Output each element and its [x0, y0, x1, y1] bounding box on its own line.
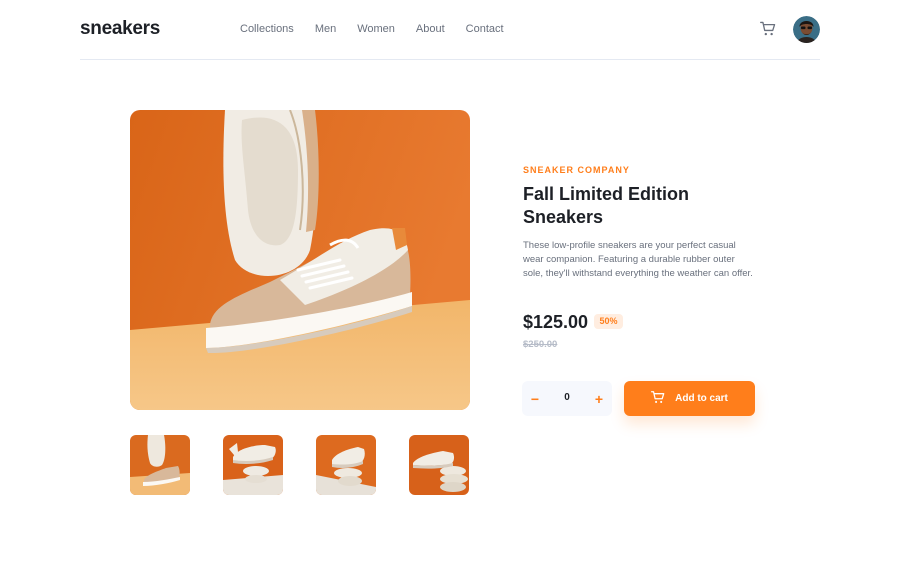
- nav-collections[interactable]: Collections: [240, 23, 294, 35]
- quantity-value: 0: [564, 392, 570, 403]
- decrease-quantity-button[interactable]: −: [522, 381, 542, 416]
- logo[interactable]: sneakers: [80, 18, 160, 40]
- header: sneakers Collections Men Women About Con…: [80, 0, 820, 60]
- thumbnail-3[interactable]: [316, 435, 376, 495]
- nav-women[interactable]: Women: [357, 23, 395, 35]
- original-price: $250.00: [523, 339, 558, 350]
- product-main-image[interactable]: [130, 110, 470, 410]
- main-nav: Collections Men Women About Contact: [240, 23, 525, 35]
- add-to-cart-label: Add to cart: [675, 393, 728, 404]
- thumbnail-strip: [130, 435, 470, 495]
- thumbnail-2[interactable]: [223, 435, 283, 495]
- company-label: SNEAKER COMPANY: [523, 165, 630, 175]
- nav-contact[interactable]: Contact: [466, 23, 504, 35]
- thumbnail-4[interactable]: [409, 435, 469, 495]
- increase-quantity-button[interactable]: +: [592, 381, 612, 416]
- product-title: Fall Limited Edition Sneakers: [523, 184, 689, 227]
- cart-icon[interactable]: [760, 21, 776, 37]
- cart-icon: [651, 390, 675, 407]
- quantity-stepper: − 0 +: [522, 381, 612, 416]
- user-avatar[interactable]: [793, 16, 820, 43]
- product-description: These low-profile sneakers are your perf…: [523, 240, 753, 279]
- thumbnail-1[interactable]: [130, 435, 190, 495]
- nav-men[interactable]: Men: [315, 23, 336, 35]
- discount-badge: 50%: [594, 314, 623, 329]
- nav-about[interactable]: About: [416, 23, 445, 35]
- add-to-cart-button[interactable]: Add to cart: [624, 381, 755, 416]
- current-price: $125.00: [523, 312, 589, 332]
